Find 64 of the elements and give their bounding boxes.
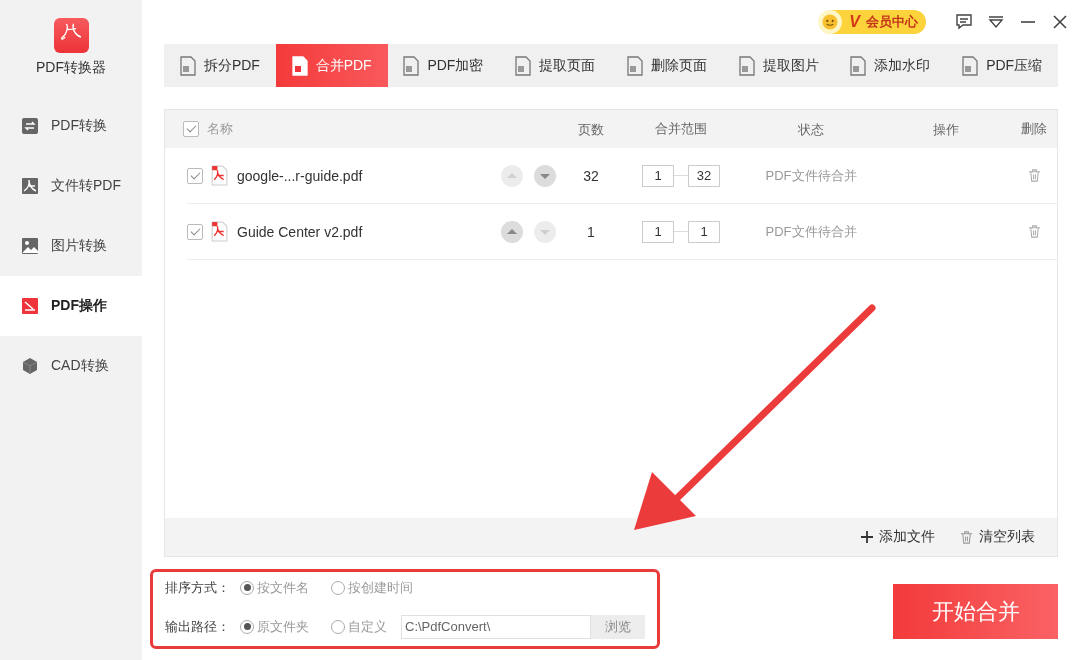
document-icon [962,55,979,76]
pdf-file-icon [211,165,228,186]
tab[interactable]: 提取页面 [499,44,611,87]
sidebar-item[interactable]: 文件转PDF [0,156,142,216]
document-icon [738,55,755,76]
row-checkbox[interactable] [187,167,203,184]
document-icon [291,55,308,76]
app-logo [53,17,89,53]
page-count: 1 [587,223,595,240]
document-icon [179,55,196,76]
tab[interactable]: 添加水印 [834,44,947,87]
document-icon [515,55,532,76]
image-icon [21,237,39,255]
status-text: PDF文件待合并 [765,168,857,183]
column-header: 名称 [207,120,233,138]
column-header: 操作 [933,121,959,137]
tab[interactable]: 提取图片 [722,44,835,87]
sidebar-item[interactable]: PDF操作 [0,276,142,336]
move-up-button[interactable] [500,219,524,244]
plus-icon [860,530,874,544]
output-label: 输出路径： [165,617,230,636]
file-name: google-...r-guide.pdf [237,167,363,184]
pdf-file-icon [211,221,228,242]
trash-icon [959,529,974,545]
select-all-checkbox[interactable] [183,121,199,137]
column-header: 删除 [1021,120,1047,138]
range-start-field[interactable]: 1 [642,220,674,243]
page-count: 32 [583,167,599,184]
sidebar-item[interactable]: CAD转换 [0,336,142,396]
clear-list-button[interactable]: 清空列表 [959,528,1035,546]
column-header: 页数 [578,121,604,137]
range-end-field[interactable]: 1 [688,220,720,243]
tab[interactable]: PDF加密 [387,44,500,87]
file-name: Guide Center v2.pdf [237,223,363,240]
document-icon [21,297,39,315]
sidebar-item[interactable]: PDF转换 [0,96,142,156]
sort-label: 排序方式： [165,578,230,597]
document-icon [626,55,643,76]
add-file-button[interactable]: 添加文件 [860,528,935,546]
move-down-button[interactable] [533,219,557,244]
tab[interactable]: 删除页面 [611,44,723,87]
range-end-field[interactable]: 32 [688,164,720,187]
cube-icon [21,357,39,375]
row-checkbox[interactable] [187,223,203,240]
vip-center-button[interactable]: V 会员中心 [819,10,926,34]
status-text: PDF文件待合并 [765,224,857,239]
tab[interactable]: 拆分PDF [164,44,276,87]
column-header: 状态 [798,121,824,137]
document-icon [850,55,867,76]
move-down-button[interactable] [533,163,557,188]
output-path-field[interactable]: C:\PdfConvert\ [401,614,591,639]
swap-arrows-icon [21,117,39,135]
smiley-icon [817,9,844,35]
trash-icon[interactable] [1026,168,1042,183]
range-start-field[interactable]: 1 [642,164,674,187]
sidebar-item[interactable]: 图片转换 [0,216,142,276]
acrobat-icon [21,177,39,195]
feedback-icon[interactable] [954,12,974,32]
column-header: 合并范围 [655,120,707,138]
app-name: PDF转换器 [36,58,106,77]
document-icon [403,55,420,76]
move-up-button[interactable] [500,163,524,188]
tab[interactable]: PDF压缩 [946,44,1058,87]
trash-icon[interactable] [1026,224,1042,239]
